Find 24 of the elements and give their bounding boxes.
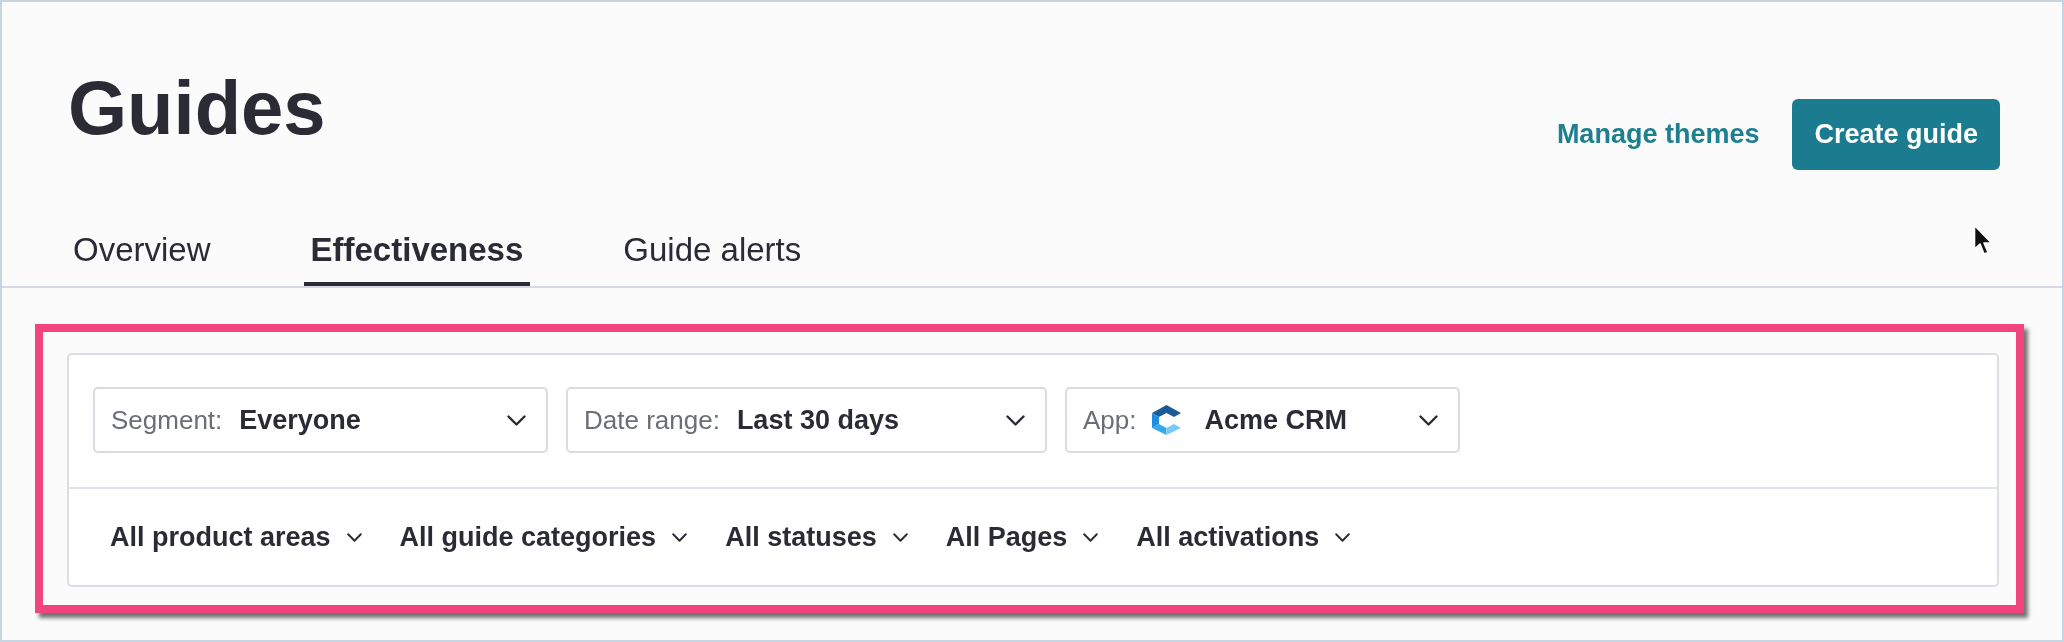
chevron-down-icon xyxy=(1083,532,1099,542)
page-title: Guides xyxy=(68,70,326,146)
cursor-icon xyxy=(1973,224,1993,256)
chevron-down-icon xyxy=(1419,414,1438,426)
filter-select[interactable]: App: Acme CRM xyxy=(1065,387,1460,453)
chevron-down-icon xyxy=(892,532,908,542)
chevron-down-icon xyxy=(672,532,688,542)
chevron-down-icon xyxy=(1335,532,1351,542)
filter-select[interactable]: Segment: Everyone xyxy=(93,387,548,453)
tab[interactable]: Effectiveness xyxy=(303,230,531,286)
app-logo-icon xyxy=(1151,405,1181,435)
tab[interactable]: Guide alerts xyxy=(616,230,809,286)
filter-menu[interactable]: All statuses xyxy=(725,521,908,553)
filter-select[interactable]: Date range: Last 30 days xyxy=(566,387,1047,453)
chevron-down-icon xyxy=(1006,414,1025,426)
tab[interactable]: Overview xyxy=(66,230,218,286)
chevron-down-icon xyxy=(346,532,362,542)
filter-menu[interactable]: All product areas xyxy=(110,521,362,553)
manage-themes-link[interactable]: Manage themes xyxy=(1556,119,1760,150)
filter-menu[interactable]: All Pages xyxy=(945,521,1099,553)
filter-menu[interactable]: All activations xyxy=(1136,521,1351,553)
filter-menu[interactable]: All guide categories xyxy=(399,521,688,553)
chevron-down-icon xyxy=(507,414,526,426)
create-guide-button[interactable]: Create guide xyxy=(1792,99,2000,170)
